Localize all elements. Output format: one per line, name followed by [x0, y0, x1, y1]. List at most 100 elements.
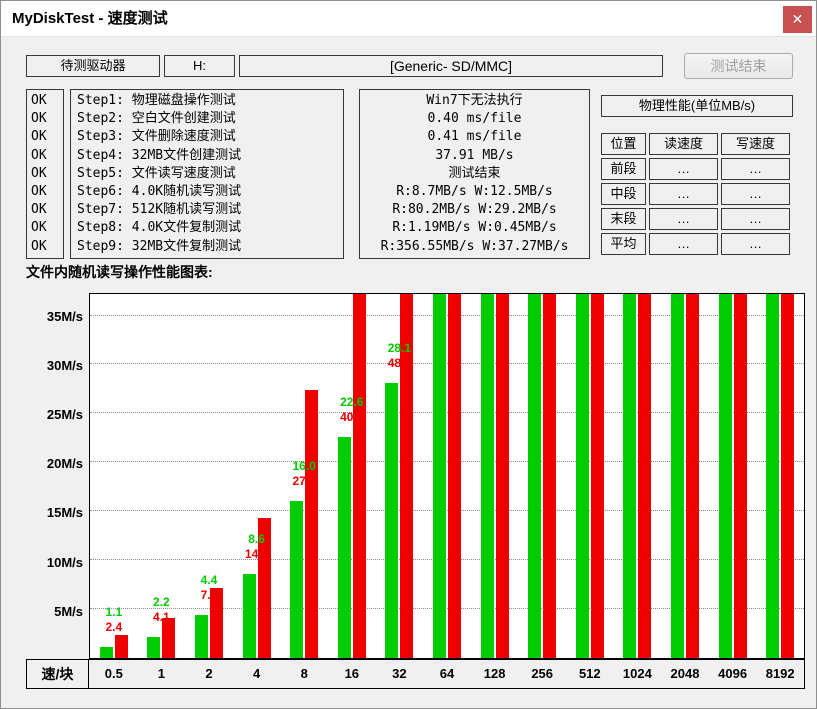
bar-group — [518, 294, 566, 658]
write-bar — [781, 294, 794, 658]
step-line: Step9: 32MB文件复制测试 — [77, 238, 337, 256]
read-bar — [290, 501, 303, 658]
bar-group: 28.148.9 — [376, 294, 424, 658]
y-axis-tick-label: 5M/s — [54, 604, 83, 619]
step-line: Step4: 32MB文件创建测试 — [77, 147, 337, 165]
window-content: 待测驱动器 H: [Generic- SD/MMC] 测试结束 OKOKOKOK… — [1, 38, 817, 709]
status-ok: OK — [31, 92, 59, 110]
perf-cell: 平均 — [601, 233, 646, 255]
read-value-label: 28.1 — [368, 341, 432, 355]
perf-cell: … — [721, 233, 790, 255]
perf-cell: … — [649, 158, 718, 180]
perf-cell: 末段 — [601, 208, 646, 230]
write-bar — [448, 294, 461, 658]
status-ok: OK — [31, 201, 59, 219]
chart-x-axis: 速/块 0.5124816326412825651210242048409681… — [26, 659, 805, 689]
write-bar — [162, 618, 175, 658]
x-axis-tick-label: 256 — [518, 660, 566, 688]
read-bar — [719, 294, 732, 658]
x-axis-tick-label: 512 — [566, 660, 614, 688]
step-line: Step5: 文件读写速度测试 — [77, 165, 337, 183]
read-bar — [195, 615, 208, 658]
read-bar — [433, 294, 446, 658]
perf-cell: … — [649, 233, 718, 255]
x-axis-tick-label: 32 — [376, 660, 424, 688]
step-line: Step8: 4.0K文件复制测试 — [77, 219, 337, 237]
write-bar — [353, 294, 366, 658]
read-bar — [385, 383, 398, 658]
x-axis-tick-label: 4096 — [709, 660, 757, 688]
y-axis-tick-label: 10M/s — [47, 555, 83, 570]
write-bar — [305, 390, 318, 658]
result-line: 测试结束 — [360, 165, 589, 183]
test-finish-button[interactable]: 测试结束 — [684, 53, 793, 79]
write-value-label: 4.1 — [130, 610, 194, 624]
chart-section-label: 文件内随机读写操作性能图表: — [26, 262, 213, 282]
status-ok: OK — [31, 165, 59, 183]
drive-label: 待测驱动器 — [26, 55, 160, 77]
step-line: Step1: 物理磁盘操作测试 — [77, 92, 337, 110]
bar-group — [756, 294, 804, 658]
title-bar: MyDiskTest - 速度测试 ✕ — [1, 1, 816, 37]
read-bar — [338, 437, 351, 658]
perf-cell: … — [649, 183, 718, 205]
status-column: OKOKOKOKOKOKOKOKOK — [26, 89, 64, 259]
step-line: Step7: 512K随机读写测试 — [77, 201, 337, 219]
status-ok: OK — [31, 147, 59, 165]
perf-cell: … — [649, 208, 718, 230]
performance-table: 位置读速度写速度前段……中段……末段……平均…… — [601, 133, 790, 255]
x-axis-tick-label: 8 — [280, 660, 328, 688]
x-axis-tick-label: 8192 — [756, 660, 804, 688]
result-line: R:1.19MB/s W:0.45MB/s — [360, 219, 589, 237]
performance-title: 物理性能(单位MB/s) — [601, 95, 793, 117]
write-value-label: 27.4 — [272, 474, 336, 488]
perf-header-cell: 位置 — [601, 133, 646, 155]
perf-cell: 前段 — [601, 158, 646, 180]
close-button[interactable]: ✕ — [783, 6, 812, 33]
write-bar — [496, 294, 509, 658]
bar-group — [423, 294, 471, 658]
perf-cell: … — [721, 158, 790, 180]
x-axis-tick-label: 1 — [138, 660, 186, 688]
x-axis-tick-label: 2 — [185, 660, 233, 688]
x-axis-tick-label: 1024 — [614, 660, 662, 688]
step-line: Step2: 空白文件创建测试 — [77, 110, 337, 128]
write-bar — [734, 294, 747, 658]
read-bar — [671, 294, 684, 658]
result-line: Win7下无法执行 — [360, 92, 589, 110]
device-name: [Generic- SD/MMC] — [239, 55, 663, 77]
window-title: MyDiskTest - 速度测试 — [12, 1, 168, 37]
read-value-label: 22.6 — [320, 395, 384, 409]
perf-cell: 中段 — [601, 183, 646, 205]
read-value-label: 4.4 — [177, 573, 241, 587]
performance-chart-plot: 1.12.42.24.14.47.28.614.316.027.422.640.… — [89, 293, 805, 659]
write-value-label: 7.2 — [177, 588, 241, 602]
results-panel: Win7下无法执行0.40 ms/file0.41 ms/file37.91 M… — [359, 89, 590, 259]
y-axis-tick-label: 25M/s — [47, 407, 83, 422]
status-ok: OK — [31, 183, 59, 201]
read-bar — [528, 294, 541, 658]
bar-group — [471, 294, 519, 658]
result-line: R:80.2MB/s W:29.2MB/s — [360, 201, 589, 219]
write-value-label: 14.3 — [225, 547, 289, 561]
bar-group: 4.47.2 — [185, 294, 233, 658]
read-bar — [147, 637, 160, 659]
read-bar — [100, 647, 113, 658]
x-axis-tick-label: 0.5 — [90, 660, 138, 688]
chart-x-ticks: 0.512481632641282565121024204840968192 — [90, 660, 804, 688]
perf-header-cell: 读速度 — [649, 133, 718, 155]
status-ok: OK — [31, 128, 59, 146]
drive-letter: H: — [164, 55, 235, 77]
x-axis-label: 速/块 — [27, 660, 89, 688]
bar-group: 16.027.4 — [280, 294, 328, 658]
y-axis-tick-label: 30M/s — [47, 358, 83, 373]
status-ok: OK — [31, 238, 59, 256]
y-axis-tick-label: 20M/s — [47, 456, 83, 471]
write-bar — [115, 635, 128, 658]
write-bar — [638, 294, 651, 658]
bar-group — [614, 294, 662, 658]
status-ok: OK — [31, 110, 59, 128]
read-bar — [766, 294, 779, 658]
bar-group — [661, 294, 709, 658]
read-value-label: 8.6 — [225, 532, 289, 546]
